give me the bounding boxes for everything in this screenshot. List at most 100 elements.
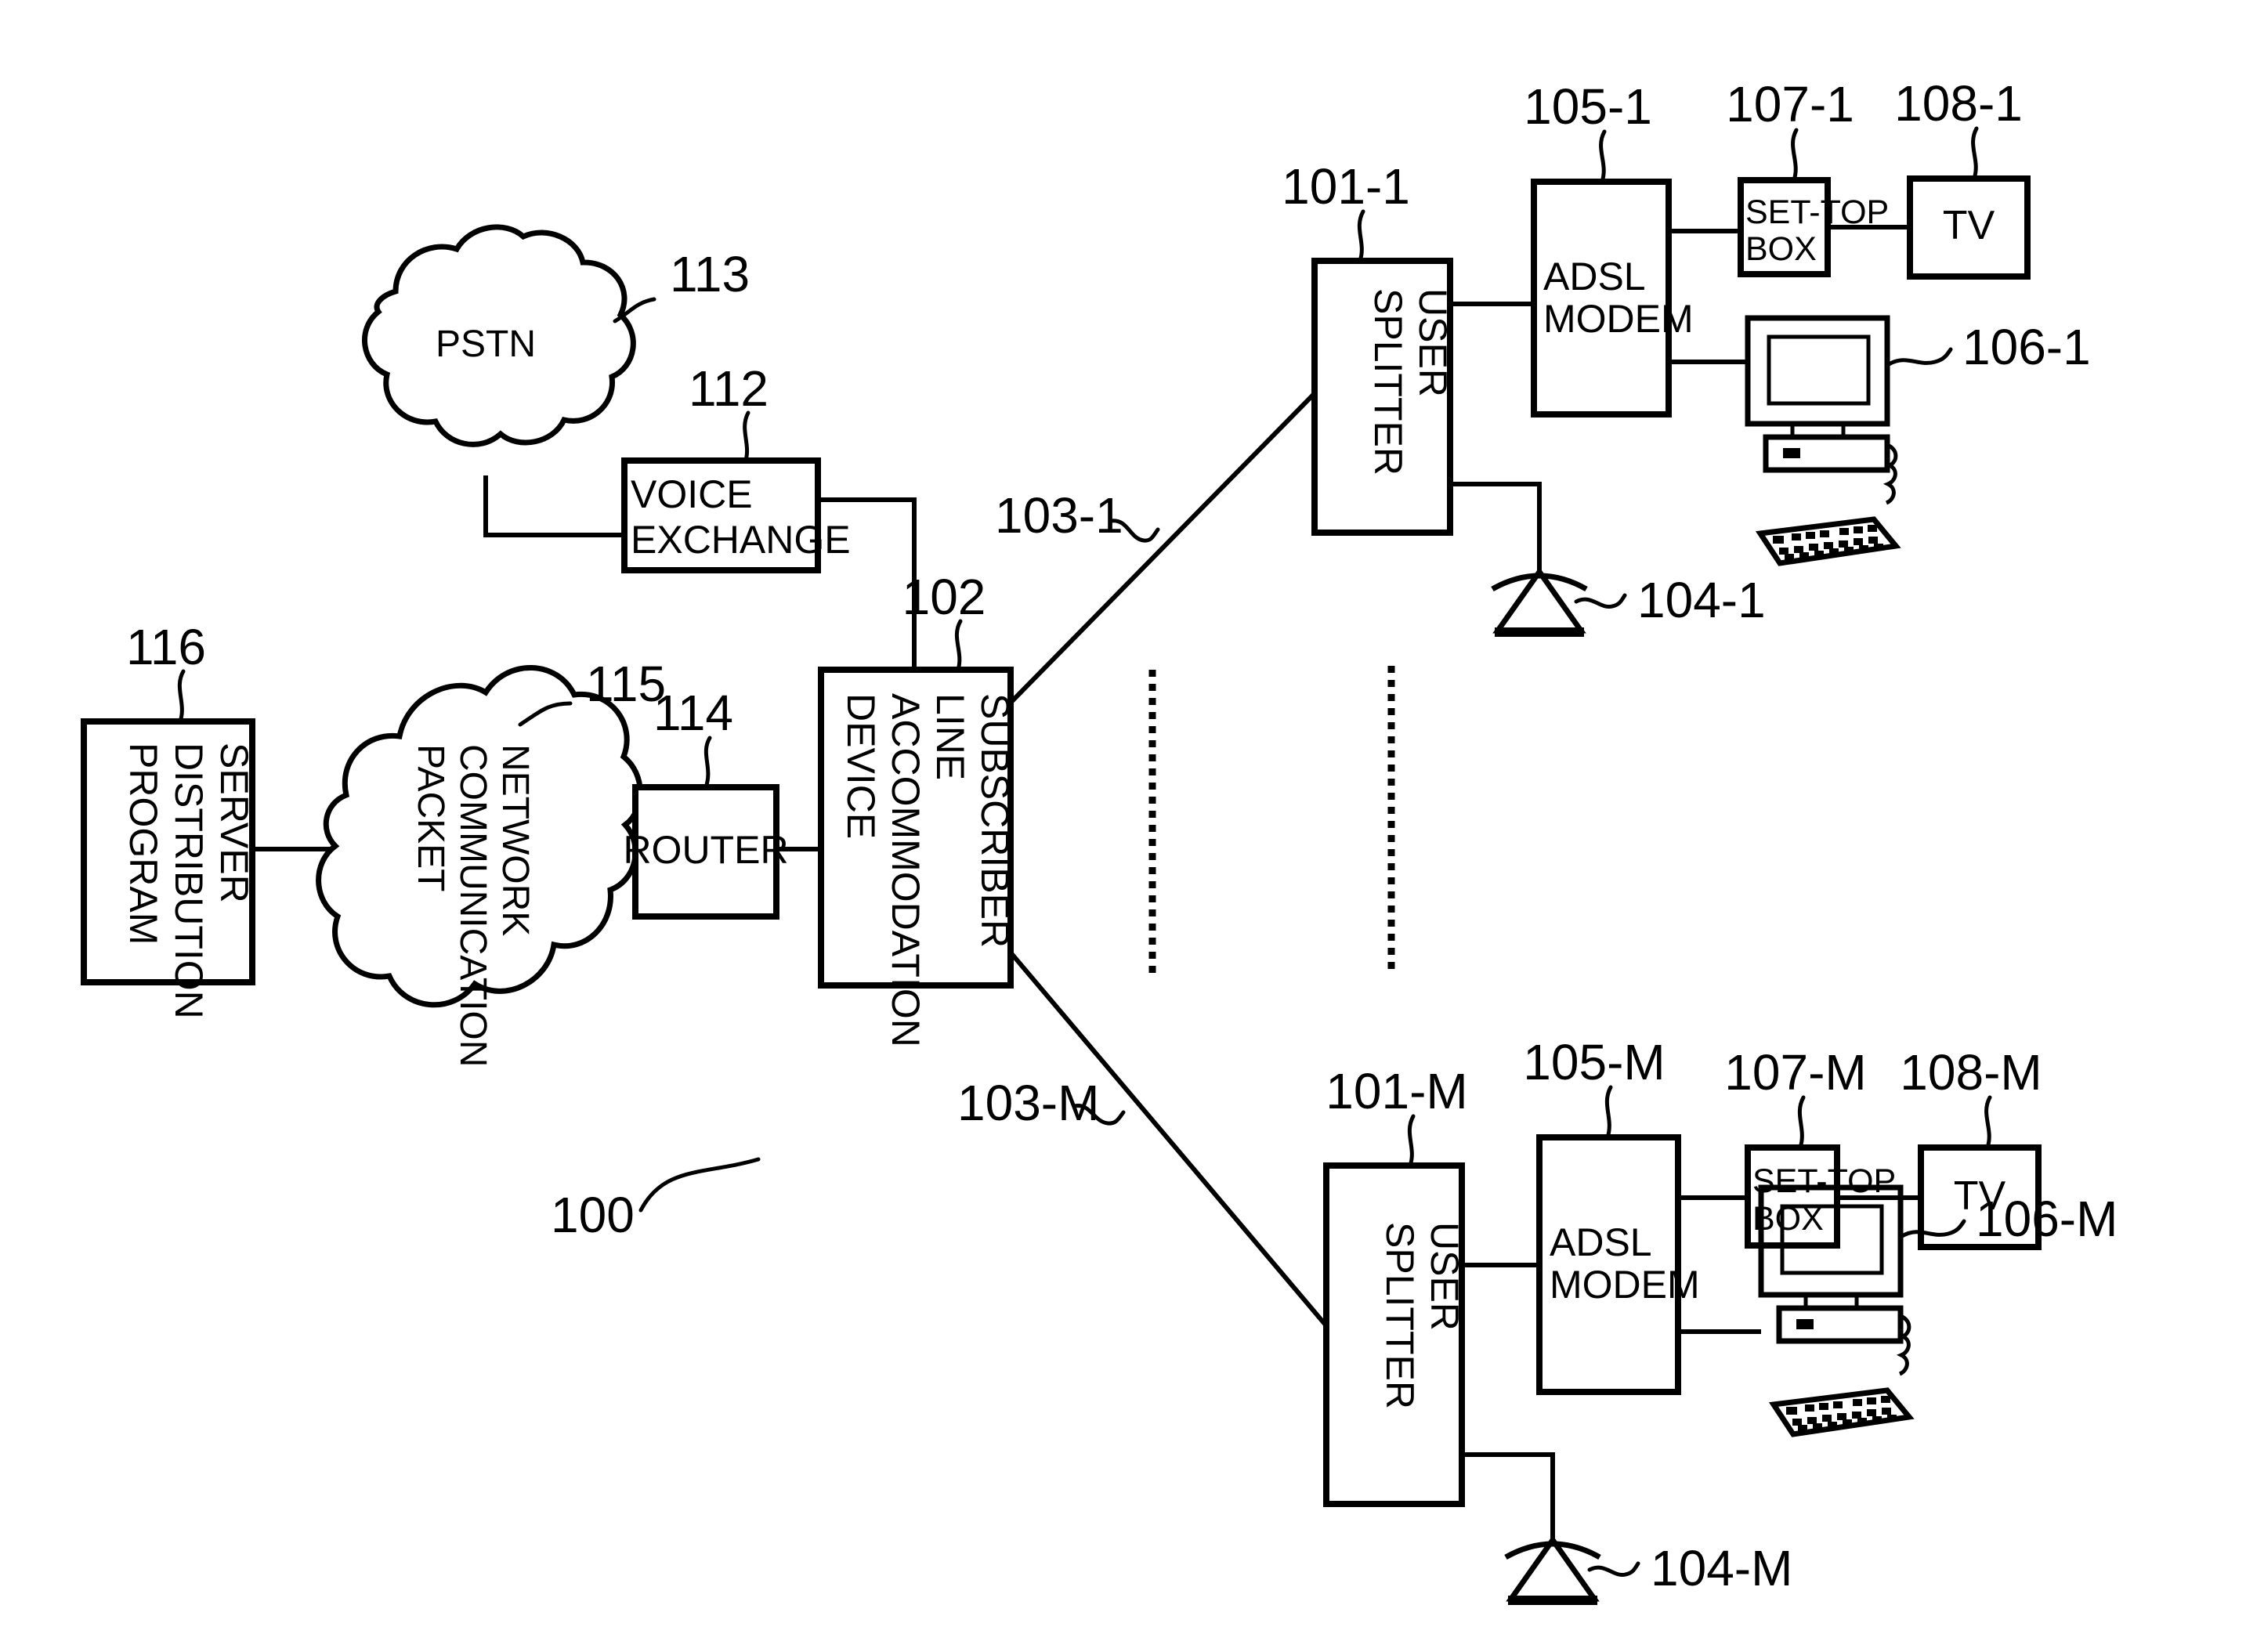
stb1-label-line1: SET-TOP [1745,193,1889,231]
pc1-key [1785,554,1794,560]
node-adsl-modem-1: ADSL MODEM 105-1 [1524,78,1694,418]
node-router: ROUTER 114 [623,685,789,920]
node-voice-exchange: VOICE EXCHANGE 112 [621,360,851,573]
leader-107-1 [1791,128,1799,183]
repetition-ellipsis [1148,666,1395,978]
patent-figure: PSTN 113 VOICE EXCHANGE 112 PROGRAM DIST… [0,0,2246,1652]
pcM-key [1872,1416,1882,1422]
ref-104-M: 104-M [1651,1540,1792,1596]
node-set-top-box-1: SET-TOP BOX 107-1 [1726,76,1889,277]
pc1-key [1829,548,1839,555]
ref-101-1: 101-1 [1282,158,1410,215]
splitterM-label-line2: SPLITTER [1378,1222,1422,1409]
ref-103-M: 103-M [957,1075,1099,1131]
router-label: ROUTER [623,828,788,872]
pc1-key [1814,551,1824,557]
pc1-key [1854,538,1863,545]
modemM-label-line1: ADSL [1550,1220,1652,1264]
leader-100 [638,1157,761,1213]
leader-101-1 [1357,209,1365,263]
wire-splitter1-to-phone1 [1450,482,1542,570]
leader-105-1 [1599,129,1607,184]
pc1-key [1806,532,1815,539]
pcM-key [1867,1409,1876,1416]
pc1-screen [1767,334,1871,406]
node-program-distribution-server: PROGRAM DISTRIBUTION SERVER 116 [81,619,256,1019]
wire-subscriber-line-m [1008,951,1344,1345]
pcM-key [1813,1423,1822,1430]
pcM-key [1887,1415,1897,1421]
ref-113: 113 [670,246,750,302]
leader-102 [954,619,963,672]
voice-exchange-label-line2: EXCHANGE [631,518,851,562]
pds-label-line1: PROGRAM [121,743,165,945]
leader-104-M [1587,1561,1640,1577]
pc1-key [1868,525,1877,532]
ref-112: 112 [689,360,769,417]
pcM-key [1857,1418,1867,1424]
pc1-drive-slot [1783,448,1800,458]
pc1-key [1839,540,1848,548]
node-set-top-box-m: SET-TOP BOX 107-M [1724,1044,1896,1249]
pcM-key [1852,1412,1861,1419]
node-telephone-m: 104-M [1504,1535,1792,1605]
ref-105-M: 105-M [1523,1034,1665,1090]
voice-exchange-label-line1: VOICE [631,472,753,516]
pcM-key [1786,1407,1797,1415]
ref-114: 114 [653,685,733,741]
ref-103-1: 103-1 [995,487,1123,544]
pcM-key [1881,1396,1890,1403]
leader-108-M [1984,1095,1992,1150]
leader-101-M [1407,1114,1416,1168]
system-reference: 100 [551,1157,761,1243]
ref-107-1: 107-1 [1726,76,1854,132]
tv1-label: TV [1943,203,1995,248]
node-packet-communication-network: PACKET COMMUNICATION NETWORK 115 [316,656,666,1067]
pcM-key [1867,1397,1876,1404]
leader-106-1 [1886,347,1953,367]
figure-canvas: PSTN 113 VOICE EXCHANGE 112 PROGRAM DIST… [81,75,2118,1605]
leader-112 [743,410,750,463]
pc1-key [1820,530,1829,537]
stb1-label-line2: BOX [1745,230,1817,268]
pcn-label-line3: NETWORK [494,744,536,936]
pcM-key [1837,1413,1846,1420]
ref-102: 102 [902,569,986,625]
pcM-key [1792,1419,1802,1426]
modemM-label-line2: MODEM [1550,1263,1700,1307]
pcM-key [1819,1403,1828,1410]
pc1-key [1809,544,1818,551]
ref-101-M: 101-M [1326,1063,1467,1119]
node-personal-computer-1: 106-1 [1745,315,2091,566]
leader-107-M [1797,1095,1806,1150]
pc1-key [1773,536,1784,544]
leader-104-1 [1574,593,1627,609]
wire-splitterM-to-phoneM [1462,1452,1555,1539]
node-user-splitter-m: USER SPLITTER 101-M [1323,1063,1468,1507]
pc1-key [1792,533,1801,540]
ref-106-M: 106-M [1976,1191,2118,1247]
pcn-label-line1: PACKET [410,744,451,891]
pcM-drive-slot [1796,1319,1814,1329]
telephone-1-handset-arc [1491,573,1588,592]
pc1-key [1779,548,1788,555]
pc1-key [1854,526,1863,533]
wire-pstn-to-voice-exchange [483,475,624,537]
pc1-key [1859,545,1868,551]
pc1-key [1839,528,1849,535]
slad-label-line4: DEVICE [839,693,883,839]
splitter1-label-line2: SPLITTER [1366,288,1410,475]
pc1-key [1874,544,1883,550]
pc1-key [1844,547,1854,553]
slad-label-line3: ACCOMMODATION [884,693,928,1047]
node-tv-1: TV 108-1 [1894,75,2031,280]
pc1-key [1799,552,1809,558]
slad-label-line2: LINE [928,693,972,780]
modem1-label-line2: MODEM [1543,297,1694,341]
telephone-m-handset-arc [1504,1541,1601,1560]
pc1-key [1824,542,1833,549]
modem1-label-line1: ADSL [1543,255,1646,298]
pcM-key [1822,1415,1832,1422]
pc1-key [1868,537,1878,544]
ref-105-1: 105-1 [1524,78,1652,135]
